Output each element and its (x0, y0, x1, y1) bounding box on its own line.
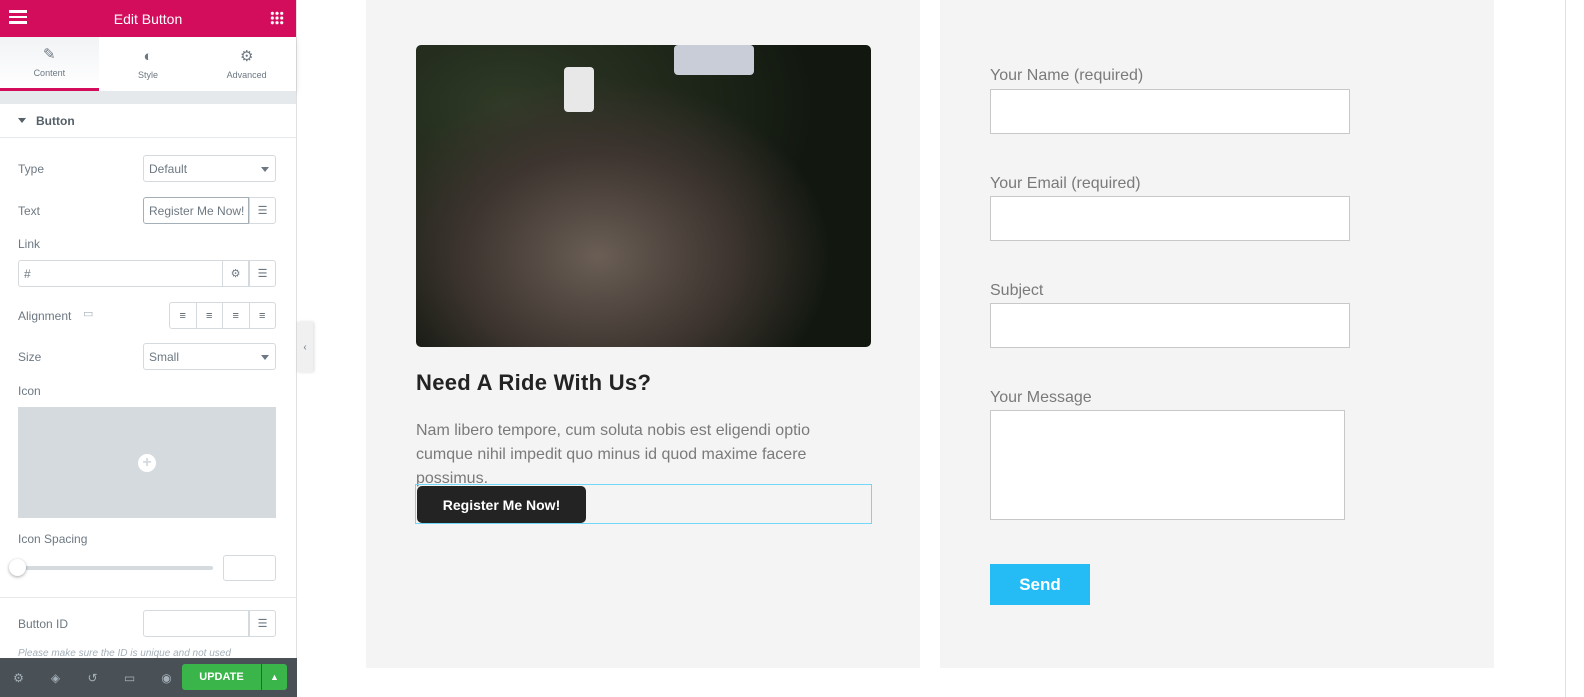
slider-handle[interactable] (9, 559, 26, 576)
link-label: Link (18, 237, 41, 251)
dynamic-tags-icon[interactable]: ☰ (249, 260, 276, 287)
tab-advanced[interactable]: ⚙ Advanced (197, 37, 296, 91)
collapse-panel-chevron-icon[interactable]: ‹ (297, 322, 313, 372)
button-id-input[interactable] (143, 610, 249, 637)
panel-header: Edit Button (0, 0, 296, 37)
send-button[interactable]: Send (990, 564, 1090, 605)
responsive-mode-icon[interactable]: ▭ (111, 671, 148, 685)
tab-style[interactable]: ◐ Style (99, 37, 198, 91)
menu-icon[interactable] (9, 10, 27, 24)
runner-figure (674, 45, 754, 75)
runner-figure (564, 67, 594, 112)
preview-eye-icon[interactable]: ◉ (148, 671, 185, 685)
alignment-label: Alignment (18, 309, 72, 323)
caret-down-icon (261, 167, 269, 172)
text-value: Register Me Now! (149, 203, 245, 218)
pencil-icon: ✎ (43, 46, 56, 63)
icon-spacing-label: Icon Spacing (18, 532, 88, 546)
register-button[interactable]: Register Me Now! (417, 486, 586, 523)
tab-label: Advanced (226, 69, 267, 80)
tab-label: Content (33, 68, 66, 78)
align-justify-icon[interactable]: ≡ (250, 303, 276, 328)
trail-runners-photo (416, 45, 871, 347)
dynamic-tags-icon[interactable]: ☰ (249, 610, 276, 637)
dynamic-tags-icon[interactable]: ☰ (249, 197, 276, 224)
half-circle-icon: ◐ (143, 47, 153, 65)
icon-spacing-input[interactable] (223, 555, 276, 581)
align-center-icon[interactable]: ≡ (197, 303, 223, 328)
panel-footer: ⚙ ◈ ↺ ▭ ◉ UPDATE ▲ (0, 658, 297, 697)
button-id-label: Button ID (18, 617, 69, 631)
navigator-layers-icon[interactable]: ◈ (37, 671, 74, 685)
icon-label: Icon (18, 384, 41, 398)
section-title: Button (36, 113, 75, 128)
desktop-icon[interactable]: ▭ (83, 307, 93, 320)
type-select[interactable]: Default (143, 155, 276, 182)
update-options-caret-icon[interactable]: ▲ (262, 664, 287, 690)
section-button-toggle[interactable]: Button (0, 104, 296, 138)
caret-down-icon (261, 355, 269, 360)
subject-input[interactable] (990, 303, 1350, 348)
link-value: # (24, 266, 31, 281)
text-input[interactable]: Register Me Now! (143, 197, 249, 224)
scrollbar[interactable] (1565, 0, 1566, 697)
type-label: Type (18, 162, 45, 176)
subject-label: Subject (990, 282, 1044, 299)
gear-icon: ⚙ (239, 47, 254, 65)
name-input[interactable] (990, 89, 1350, 134)
email-input[interactable] (990, 196, 1350, 241)
icon-spacing-slider[interactable] (18, 566, 213, 570)
align-left-icon[interactable]: ≡ (170, 303, 197, 328)
link-options-gear-icon[interactable]: ⚙ (222, 260, 249, 287)
type-value: Default (149, 161, 188, 176)
tab-label: Style (138, 69, 159, 80)
history-icon[interactable]: ↺ (74, 671, 111, 685)
tab-content[interactable]: ✎ Content (0, 37, 99, 91)
section-heading: Need A Ride With Us? (416, 370, 652, 395)
panel-title: Edit Button (113, 10, 183, 27)
grid-icon[interactable] (270, 11, 284, 25)
editor-panel: Edit Button ✎ Content ◐ Style ⚙ Advanced Bu… (0, 0, 297, 697)
settings-icon[interactable]: ⚙ (0, 671, 37, 685)
alignment-control: ≡ ≡ ≡ ≡ (169, 302, 276, 329)
message-label: Your Message (990, 389, 1092, 406)
size-label: Size (18, 350, 42, 364)
name-label: Your Name (required) (990, 67, 1144, 84)
link-input[interactable]: # (18, 260, 223, 287)
text-label: Text (18, 204, 41, 218)
icon-picker[interactable]: + (18, 407, 276, 518)
plus-icon: + (138, 453, 156, 472)
message-textarea[interactable] (990, 410, 1345, 520)
size-select[interactable]: Small (143, 343, 276, 370)
email-label: Your Email (required) (990, 175, 1141, 192)
align-right-icon[interactable]: ≡ (223, 303, 250, 328)
section-description: Nam libero tempore, cum soluta nobis est… (416, 422, 810, 487)
size-value: Small (149, 349, 180, 364)
caret-down-icon (18, 118, 26, 123)
update-button[interactable]: UPDATE (182, 664, 261, 690)
